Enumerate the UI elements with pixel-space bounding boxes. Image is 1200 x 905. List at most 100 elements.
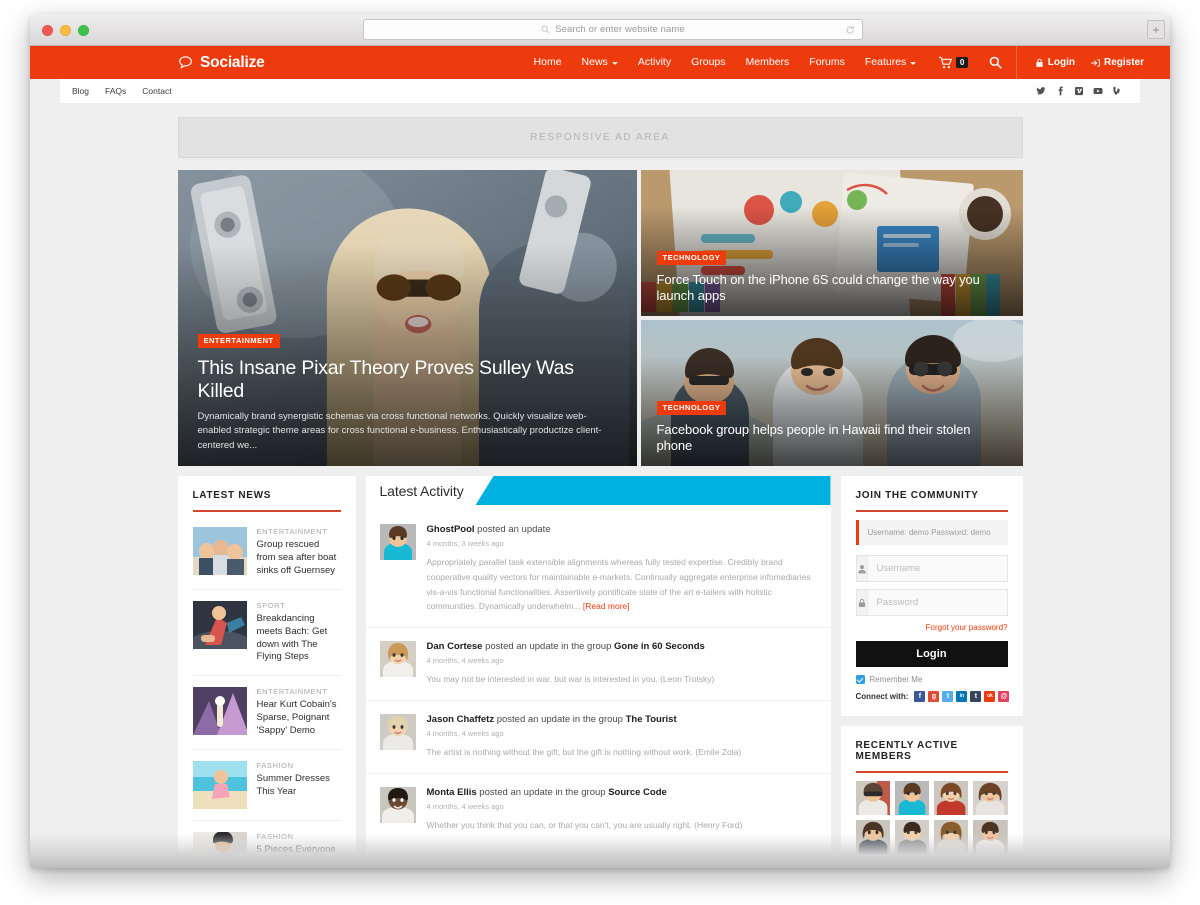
vkontakte-icon[interactable]: @ [998,691,1010,702]
news-category[interactable]: ENTERTAINMENT [257,527,341,536]
featured-title[interactable]: Force Touch on the iPhone 6S could chang… [657,272,1007,305]
register-link[interactable]: Register [1083,57,1152,68]
activity-item[interactable]: Monta Ellis posted an update in the grou… [365,774,831,847]
vimeo-icon[interactable] [1074,86,1084,96]
password-input[interactable] [867,590,1018,615]
member-avatar[interactable] [934,781,969,816]
member-avatar[interactable] [894,859,929,868]
member-avatar[interactable] [894,820,929,855]
tumblr-icon[interactable]: t [970,691,982,702]
news-title[interactable]: 5 Pieces Everyone Will Want From 2016 [257,844,341,868]
password-field[interactable] [855,589,1018,616]
news-thumbnail [192,832,247,868]
member-avatar[interactable] [973,820,1008,855]
nav-item-forums[interactable]: Forums [799,46,855,79]
site-title: Socialize [200,53,265,71]
category-badge[interactable]: TECHNOLOGY [656,401,727,415]
nav-item-groups[interactable]: Groups [681,46,735,79]
news-category[interactable]: SPORT [257,601,341,610]
nav-item-members[interactable]: Members [736,46,800,79]
close-window-button[interactable] [42,25,53,36]
activity-user[interactable]: Jason Chaffetz [427,714,495,725]
member-avatar[interactable] [934,859,969,868]
news-title[interactable]: Group rescued from sea after boat sinks … [257,539,341,578]
nav-item-features[interactable]: Features [855,46,926,79]
member-avatar[interactable] [973,781,1008,816]
news-title[interactable]: Breakdancing meets Bach: Get down with T… [257,613,341,665]
minimize-window-button[interactable] [60,25,71,36]
site-logo[interactable]: Socialize [178,54,265,72]
login-link[interactable]: Login [1027,57,1083,68]
news-list-item[interactable]: ENTERTAINMENT Group rescued from sea aft… [192,516,341,590]
activity-group[interactable]: Gone in 60 Seconds [614,641,705,652]
activity-item[interactable]: GhostPool posted an update 4 months, 3 w… [365,511,831,628]
cart-button[interactable]: 0 [926,56,976,69]
forgot-password-link[interactable]: Forgot your password? [856,623,1008,632]
avatar[interactable] [379,786,416,823]
avatar[interactable] [379,640,416,677]
linkedin-icon[interactable]: in [956,691,968,702]
activity-group[interactable]: The Godfather [626,860,691,868]
remember-me-row[interactable]: Remember Me [855,675,1008,684]
facebook-icon[interactable] [1055,86,1065,96]
news-category[interactable]: ENTERTAINMENT [257,687,341,696]
category-badge[interactable]: ENTERTAINMENT [197,334,280,348]
username-field[interactable] [855,555,1018,582]
login-button[interactable]: Login [855,641,1008,667]
google-plus-icon[interactable]: g [928,691,940,702]
featured-card-main[interactable]: ENTERTAINMENT This Insane Pixar Theory P… [177,170,637,466]
featured-title[interactable]: This Insane Pixar Theory Proves Sulley W… [198,357,617,403]
member-avatar[interactable] [855,781,890,816]
address-bar[interactable]: Search or enter website name [363,19,863,40]
remember-me-checkbox[interactable] [855,675,865,684]
avatar[interactable] [379,859,416,868]
subnav-item-contact[interactable]: Contact [134,86,179,96]
member-avatar[interactable] [855,859,890,868]
featured-card-secondary-1[interactable]: TECHNOLOGY Force Touch on the iPhone 6S … [640,170,1023,316]
activity-user[interactable]: Jason Chaffetz [427,860,495,868]
member-avatar[interactable] [934,820,969,855]
activity-item[interactable]: Dan Cortese posted an update in the grou… [365,628,831,701]
news-list-item[interactable]: FASHION 5 Pieces Everyone Will Want From… [192,821,341,868]
subnav-item-blog[interactable]: Blog [64,86,97,96]
activity-item[interactable]: Jason Chaffetz posted an update in the g… [365,701,831,774]
username-input[interactable] [867,556,1018,581]
featured-title[interactable]: Facebook group helps people in Hawaii fi… [657,422,1007,455]
news-category[interactable]: FASHION [257,761,341,770]
nav-search-button[interactable] [977,56,1014,69]
news-category[interactable]: FASHION [257,832,341,841]
nav-item-activity[interactable]: Activity [628,46,681,79]
activity-item[interactable]: Jason Chaffetz posted an update in the g… [366,847,831,868]
odnoklassniki-icon[interactable]: ok [984,691,996,702]
news-title[interactable]: Summer Dresses This Year [257,773,341,799]
new-tab-button[interactable]: + [1147,20,1165,39]
category-badge[interactable]: TECHNOLOGY [656,251,727,265]
activity-timestamp: 4 months, 4 weeks ago [426,656,504,666]
read-more-link[interactable]: [Read more] [583,601,630,611]
news-title[interactable]: Hear Kurt Cobain's Sparse, Poignant 'Sap… [257,699,341,738]
news-list-item[interactable]: SPORT Breakdancing meets Bach: Get down … [192,590,341,677]
member-avatar[interactable] [894,781,929,816]
nav-item-home[interactable]: Home [524,46,572,79]
maximize-window-button[interactable] [78,25,89,36]
reload-icon[interactable] [845,25,855,35]
youtube-icon[interactable] [1093,86,1103,96]
nav-item-news[interactable]: News [572,46,628,79]
activity-user[interactable]: Dan Cortese [427,641,483,652]
vine-icon[interactable] [1112,86,1122,96]
facebook-icon[interactable]: f [914,691,926,702]
activity-user[interactable]: GhostPool [427,524,475,535]
subnav-item-faqs[interactable]: FAQs [97,86,134,96]
activity-user[interactable]: Monta Ellis [427,787,477,798]
news-list-item[interactable]: ENTERTAINMENT Hear Kurt Cobain's Sparse,… [192,676,341,751]
avatar[interactable] [379,524,416,560]
twitter-icon[interactable] [1036,86,1046,96]
activity-group[interactable]: The Tourist [626,714,677,725]
twitter-icon[interactable]: t [942,691,954,702]
avatar[interactable] [379,713,416,750]
member-avatar[interactable] [973,859,1008,868]
news-list-item[interactable]: FASHION Summer Dresses This Year [192,750,341,822]
member-avatar[interactable] [855,820,890,855]
featured-card-secondary-2[interactable]: TECHNOLOGY Facebook group helps people i… [640,320,1023,466]
activity-group[interactable]: Source Code [608,787,667,798]
